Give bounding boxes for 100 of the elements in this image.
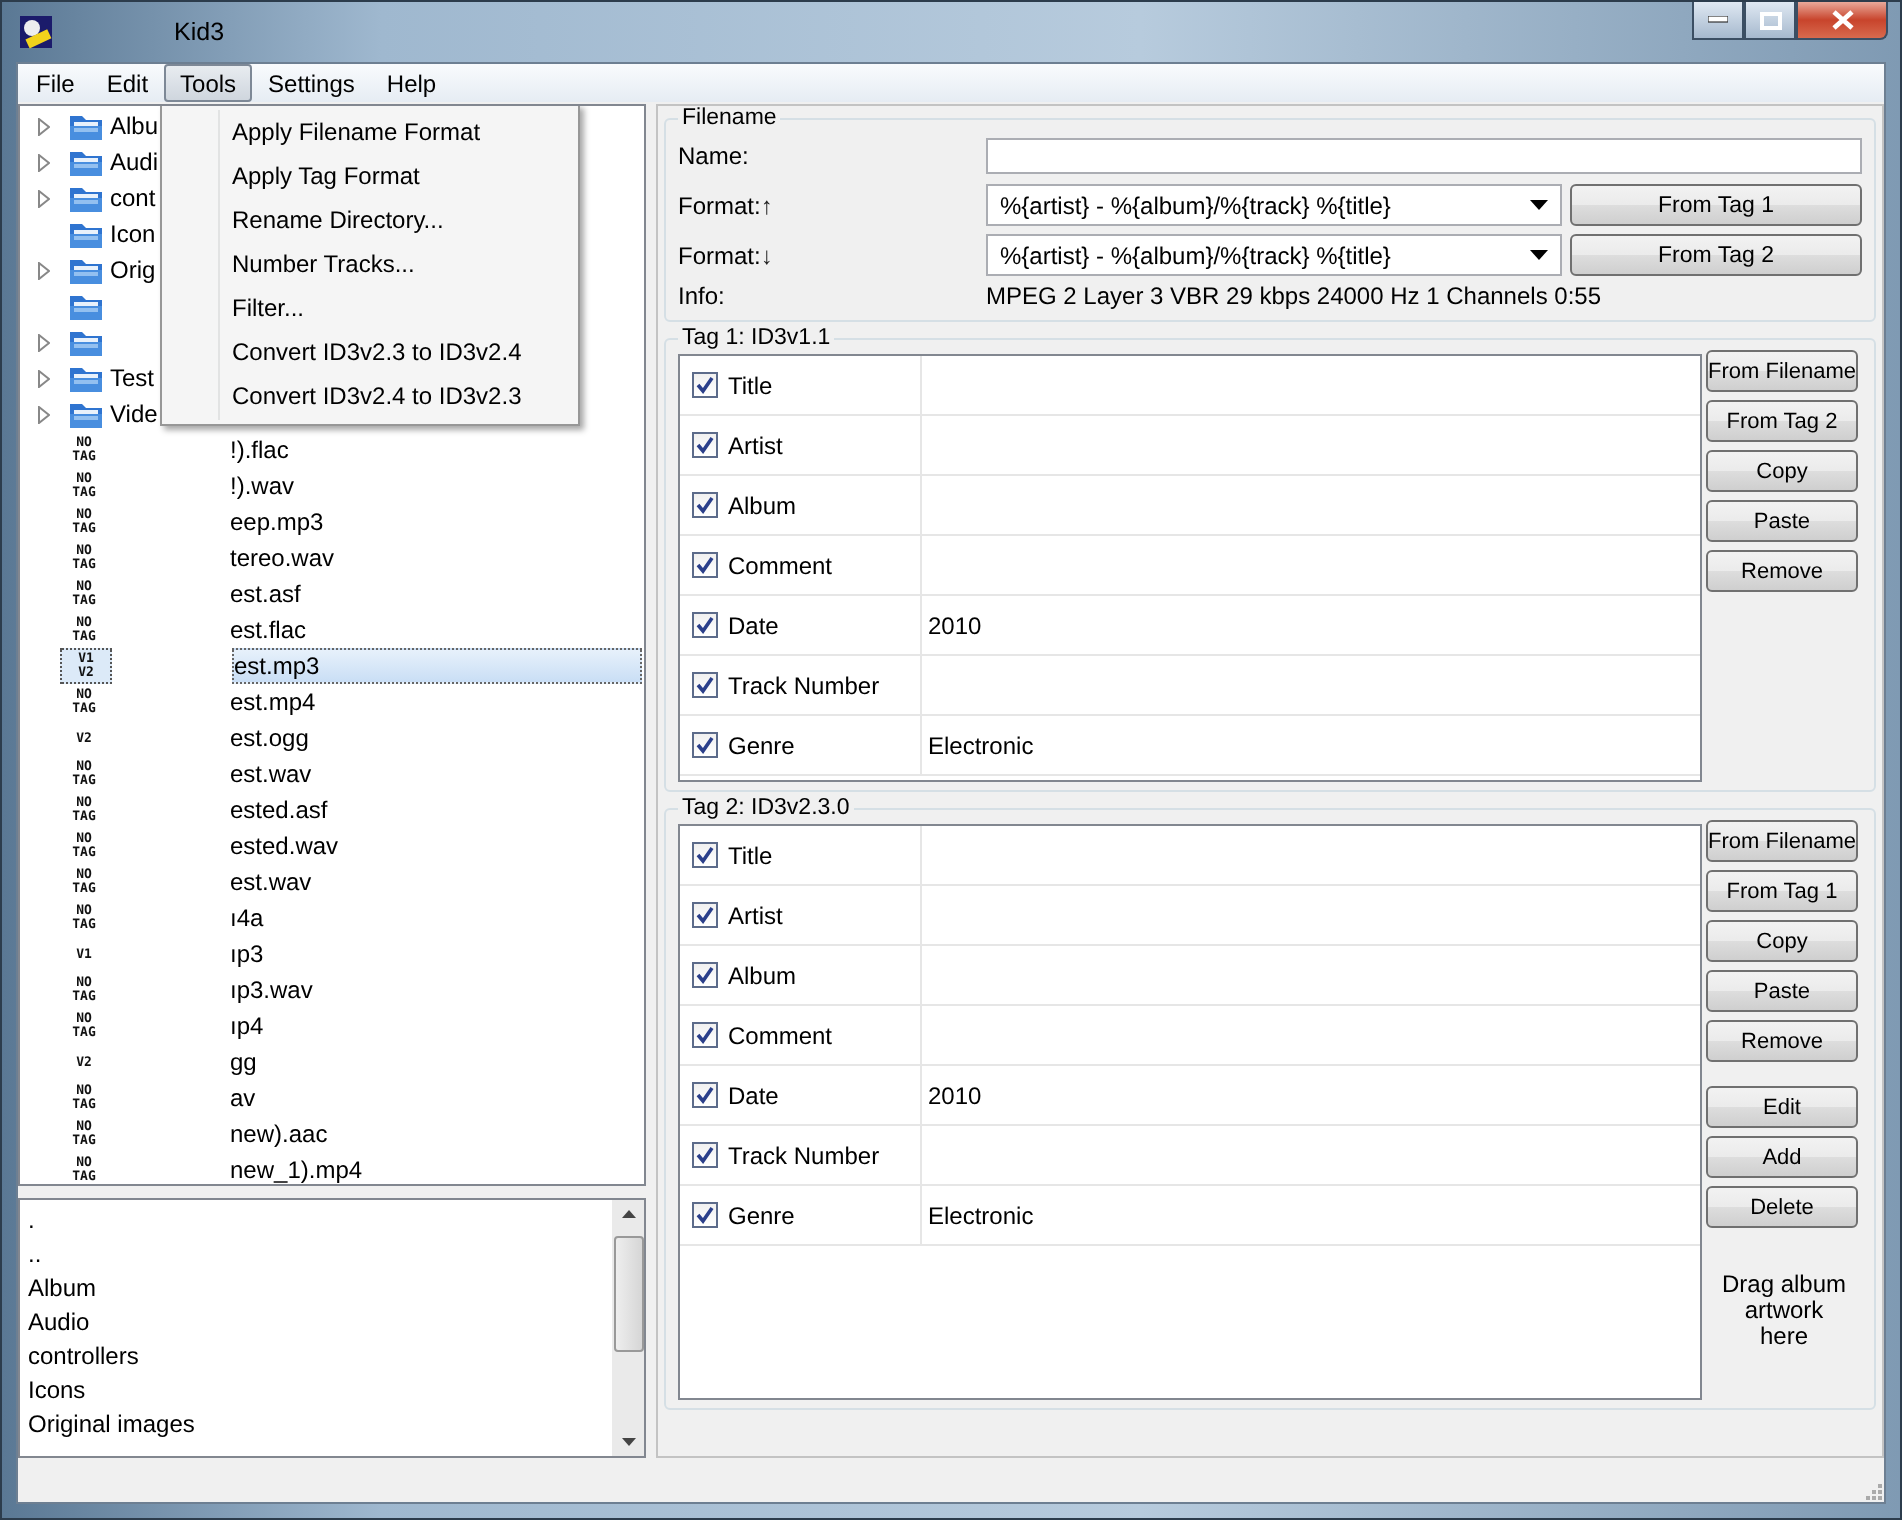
folder-icon: [68, 398, 104, 430]
checkbox[interactable]: [692, 492, 718, 518]
file-name[interactable]: !).wav: [228, 468, 644, 504]
expand-icon[interactable]: [38, 261, 50, 279]
tag-action-button[interactable]: From Tag 1: [1706, 870, 1858, 912]
tag-action-button[interactable]: Copy: [1706, 920, 1858, 962]
file-name[interactable]: new_1).mp4: [228, 1152, 644, 1184]
folder-name[interactable]: cont: [110, 184, 156, 212]
file-name[interactable]: !).flac: [228, 432, 644, 468]
tag-action-button[interactable]: Paste: [1706, 970, 1858, 1012]
directory-item[interactable]: ..: [28, 1237, 604, 1272]
checkbox[interactable]: [692, 962, 718, 988]
menu-item[interactable]: File: [20, 64, 91, 102]
checkbox[interactable]: [692, 842, 718, 868]
frame-name: Track Number: [728, 671, 880, 699]
maximize-button[interactable]: [1744, 2, 1796, 40]
folder-name[interactable]: Icon: [110, 220, 156, 248]
file-name[interactable]: est.flac: [228, 612, 644, 648]
tag-action-button[interactable]: Copy: [1706, 450, 1858, 492]
menu-entry[interactable]: Convert ID3v2.4 to ID3v2.3: [162, 374, 554, 418]
file-name[interactable]: av: [228, 1080, 644, 1116]
tag-action-button[interactable]: From Filename: [1706, 820, 1858, 862]
file-name[interactable]: new).aac: [228, 1116, 644, 1152]
tag-action-button[interactable]: Delete: [1706, 1186, 1858, 1228]
tag-action-button[interactable]: Paste: [1706, 500, 1858, 542]
file-name[interactable]: est.asf: [228, 576, 644, 612]
file-name[interactable]: est.wav: [228, 864, 644, 900]
format-dropdown[interactable]: %{artist} - %{album}/%{track} %{title}: [986, 184, 1562, 226]
menu-entry[interactable]: Apply Tag Format: [162, 154, 554, 198]
menu-entry[interactable]: Filter...: [162, 286, 554, 330]
minimize-button[interactable]: [1692, 2, 1744, 40]
checkbox[interactable]: [692, 612, 718, 638]
menu-entry[interactable]: Rename Directory...: [162, 198, 554, 242]
expand-icon[interactable]: [38, 369, 50, 387]
checkbox[interactable]: [692, 1022, 718, 1048]
menu-item[interactable]: Edit: [90, 64, 165, 102]
file-name[interactable]: est.wav: [228, 756, 644, 792]
file-name[interactable]: ı4a: [228, 900, 644, 936]
expand-icon[interactable]: [38, 189, 50, 207]
scrollbar[interactable]: [612, 1199, 644, 1456]
expand-icon[interactable]: [38, 117, 50, 135]
menu-item[interactable]: Settings: [252, 64, 371, 102]
directory-item[interactable]: .: [28, 1203, 604, 1238]
file-name[interactable]: est.mp3: [232, 648, 642, 684]
directory-item[interactable]: Icons: [28, 1373, 604, 1408]
expand-icon[interactable]: [38, 333, 50, 351]
menu-entry[interactable]: Apply Filename Format: [162, 110, 554, 154]
expand-icon[interactable]: [38, 405, 50, 423]
file-name[interactable]: ıp4: [228, 1008, 644, 1044]
checkbox[interactable]: [692, 902, 718, 928]
directory-item[interactable]: controllers: [28, 1339, 604, 1374]
checkbox[interactable]: [692, 1142, 718, 1168]
frame-name: Genre: [728, 731, 795, 759]
file-name[interactable]: ıp3: [228, 936, 644, 972]
scroll-thumb[interactable]: [613, 1235, 643, 1352]
tag-action-button[interactable]: Edit: [1706, 1086, 1858, 1128]
file-name[interactable]: gg: [228, 1044, 644, 1080]
menu-entry[interactable]: Convert ID3v2.3 to ID3v2.4: [162, 330, 554, 374]
file-name[interactable]: ested.wav: [228, 828, 644, 864]
checkbox[interactable]: [692, 1082, 718, 1108]
file-name[interactable]: est.ogg: [228, 720, 644, 756]
menu-entry[interactable]: Number Tracks...: [162, 242, 554, 286]
frame-value[interactable]: 2010: [928, 1081, 982, 1109]
checkbox[interactable]: [692, 372, 718, 398]
folder-name[interactable]: Orig: [110, 256, 156, 284]
frame-value[interactable]: Electronic: [928, 1201, 1034, 1229]
folder-icon: [68, 146, 104, 178]
folder-name[interactable]: Test: [110, 364, 155, 392]
close-button[interactable]: [1796, 2, 1888, 40]
tag-action-button[interactable]: Remove: [1706, 1020, 1858, 1062]
file-name[interactable]: est.mp4: [228, 684, 644, 720]
folder-name[interactable]: Albu: [110, 112, 159, 140]
from-tag-button[interactable]: From Tag 2: [1570, 234, 1862, 276]
tag-action-button[interactable]: Remove: [1706, 550, 1858, 592]
menu-item[interactable]: Help: [370, 64, 453, 102]
format-dropdown[interactable]: %{artist} - %{album}/%{track} %{title}: [986, 234, 1562, 276]
directory-item[interactable]: Original images: [28, 1407, 604, 1442]
file-name[interactable]: ıp3.wav: [228, 972, 644, 1008]
folder-name[interactable]: Audi: [110, 148, 159, 176]
frame-value[interactable]: 2010: [928, 611, 982, 639]
expand-icon[interactable]: [38, 153, 50, 171]
directory-item[interactable]: Audio: [28, 1305, 604, 1340]
tag-action-button[interactable]: Add: [1706, 1136, 1858, 1178]
frame-value[interactable]: Electronic: [928, 731, 1034, 759]
file-name[interactable]: ested.asf: [228, 792, 644, 828]
file-name[interactable]: tereo.wav: [228, 540, 644, 576]
name-field[interactable]: [986, 137, 1862, 173]
folder-name[interactable]: Vide: [110, 400, 158, 428]
file-name[interactable]: eep.mp3: [228, 504, 644, 540]
from-tag-button[interactable]: From Tag 1: [1570, 184, 1862, 226]
checkbox[interactable]: [692, 732, 718, 758]
tag-action-button[interactable]: From Filename: [1706, 350, 1858, 392]
checkbox[interactable]: [692, 432, 718, 458]
checkbox[interactable]: [692, 552, 718, 578]
menu-item[interactable]: Tools: [164, 64, 253, 102]
frame-name: Date: [728, 611, 779, 639]
tag-action-button[interactable]: From Tag 2: [1706, 400, 1858, 442]
checkbox[interactable]: [692, 1202, 718, 1228]
directory-item[interactable]: Album: [28, 1271, 604, 1306]
checkbox[interactable]: [692, 672, 718, 698]
